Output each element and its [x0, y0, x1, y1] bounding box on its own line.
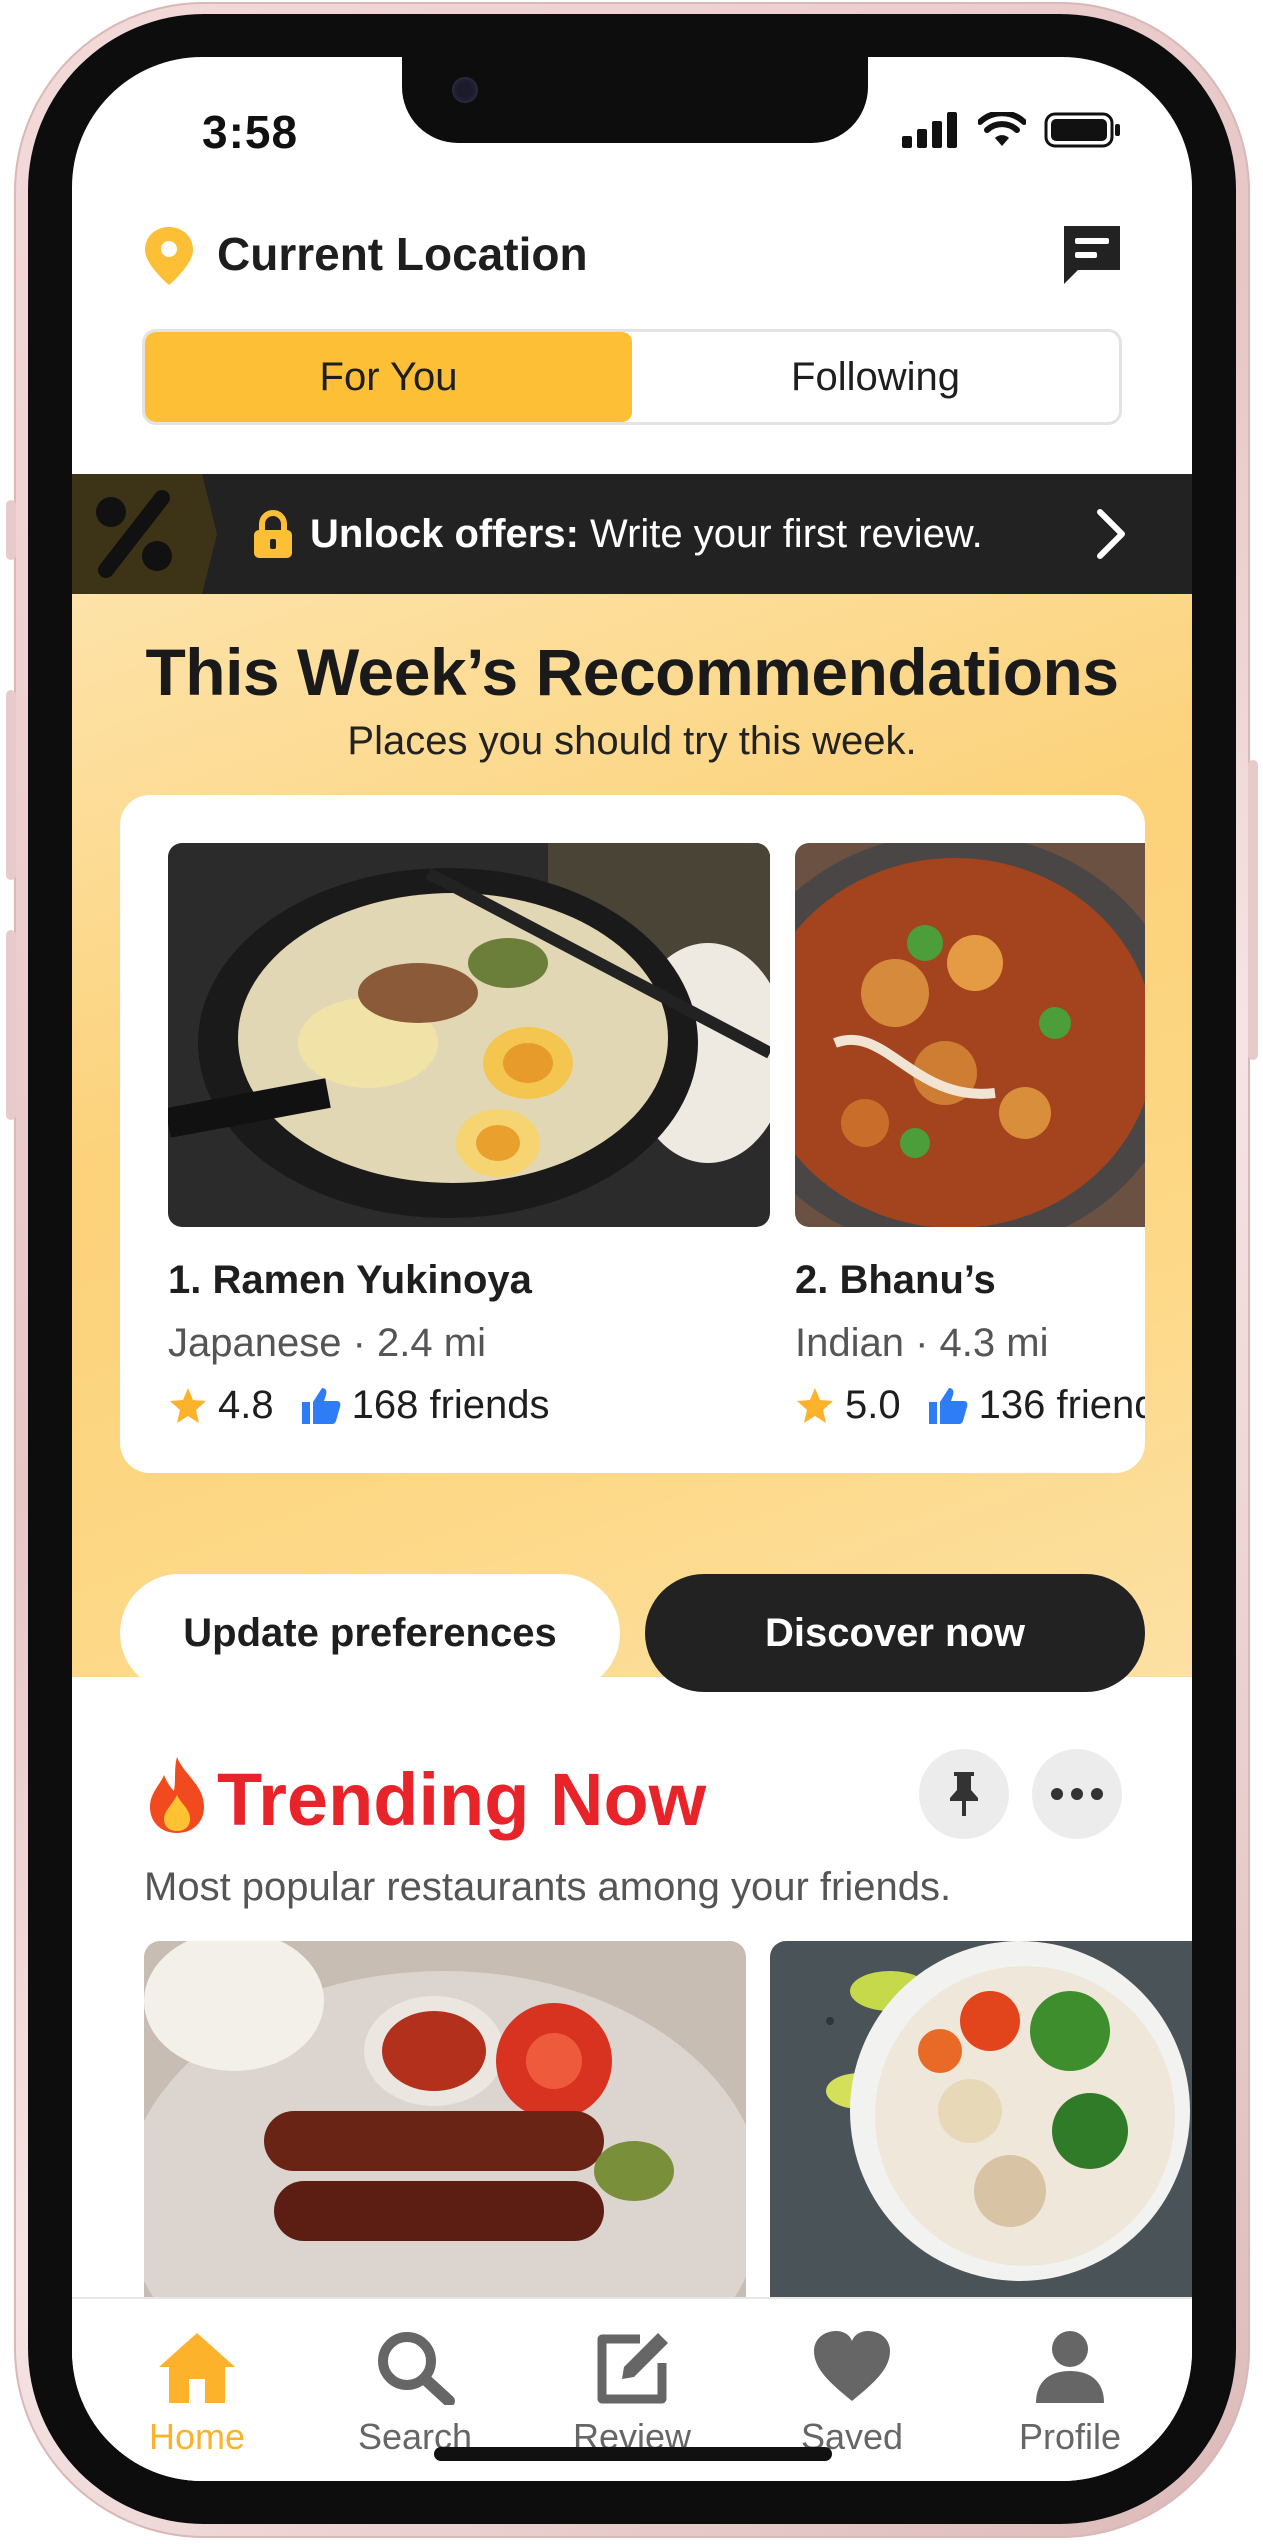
side-button — [6, 500, 16, 560]
camera — [452, 77, 478, 103]
lock-icon — [254, 510, 292, 558]
status-icons — [902, 111, 1122, 149]
star-icon — [797, 1387, 833, 1423]
recommendations-title: This Week’s Recommendations — [145, 635, 1119, 709]
feed-tabs: For You Following — [142, 329, 1122, 425]
fire-icon — [150, 1757, 204, 1833]
recommendations-subtitle: Places you should try this week. — [347, 719, 917, 763]
nav-saved[interactable]: Saved — [777, 2329, 927, 2458]
update-preferences-button[interactable]: Update preferences — [120, 1574, 620, 1692]
restaurant-meta: Japanese · 2.4 mi — [168, 1321, 486, 1365]
location-pin-icon — [145, 227, 193, 285]
recommendations-section: This Week’s Recommendations Places you s… — [72, 594, 1192, 1692]
thumbs-up-icon — [928, 1387, 967, 1424]
restaurant-stats: 4.8 168 friends — [168, 1383, 550, 1428]
restaurant-stats: 5.0 136 friends — [795, 1383, 1145, 1428]
restaurant-name: 1. Ramen Yukinoya — [168, 1258, 532, 1302]
offer-banner[interactable]: Unlock offers: Write your first review. — [72, 474, 1192, 594]
side-button — [6, 930, 16, 1120]
chevron-right-icon[interactable] — [1092, 508, 1128, 560]
trending-restaurant-photo[interactable] — [144, 1941, 746, 2301]
tab-following[interactable]: Following — [632, 332, 1119, 422]
notch — [402, 57, 868, 143]
restaurant-card[interactable]: 1. Ramen Yukinoya Japanese · 2.4 mi 4.8 … — [168, 843, 770, 1427]
search-icon — [378, 2332, 455, 2407]
trending-restaurant-photo[interactable] — [770, 1941, 1192, 2301]
side-button — [6, 690, 16, 880]
discount-badge — [72, 474, 217, 594]
restaurant-photo — [168, 843, 770, 1227]
status-time: 3:58 — [202, 106, 299, 158]
nav-search[interactable]: Search — [340, 2329, 490, 2458]
tab-for-you[interactable]: For You — [145, 332, 632, 422]
home-icon — [159, 2333, 235, 2403]
offer-text: Unlock offers: Write your first review. — [310, 512, 983, 556]
pin-button[interactable] — [919, 1749, 1009, 1839]
star-icon — [170, 1387, 206, 1423]
trending-title: Trending Now — [217, 1758, 707, 1841]
thumbs-up-icon — [301, 1387, 340, 1424]
restaurant-card[interactable]: 2. Bhanu’s Indian · 4.3 mi 5.0 136 frien… — [795, 843, 1145, 1427]
side-button — [1248, 760, 1258, 1060]
nav-profile[interactable]: Profile — [995, 2329, 1145, 2458]
restaurant-meta: Indian · 4.3 mi — [795, 1321, 1049, 1365]
restaurant-name: 2. Bhanu’s — [795, 1258, 996, 1302]
app-screen: 3:58 Current Location For You Following … — [72, 57, 1192, 2481]
recommendations-carousel[interactable]: 1. Ramen Yukinoya Japanese · 2.4 mi 4.8 … — [120, 795, 1145, 1473]
home-indicator — [434, 2447, 832, 2461]
profile-icon — [1036, 2331, 1104, 2403]
signal-icon — [902, 112, 957, 148]
nav-review[interactable]: Review — [557, 2329, 707, 2458]
more-dots-icon — [1051, 1788, 1103, 1800]
current-location-label[interactable]: Current Location — [217, 227, 588, 281]
restaurant-photo — [795, 843, 1145, 1227]
battery-icon — [1044, 112, 1120, 148]
discover-now-button[interactable]: Discover now — [645, 1574, 1145, 1692]
trending-subtitle: Most popular restaurants among your frie… — [144, 1865, 952, 1909]
nav-home[interactable]: Home — [122, 2329, 272, 2458]
messages-icon[interactable] — [1060, 222, 1124, 286]
percent-icon — [96, 490, 172, 578]
wifi-icon — [978, 112, 1026, 146]
heart-icon — [814, 2331, 890, 2401]
more-options-button[interactable] — [1032, 1749, 1122, 1839]
review-icon — [597, 2333, 668, 2404]
header: Current Location — [72, 217, 1192, 317]
pin-icon — [950, 1772, 978, 1816]
